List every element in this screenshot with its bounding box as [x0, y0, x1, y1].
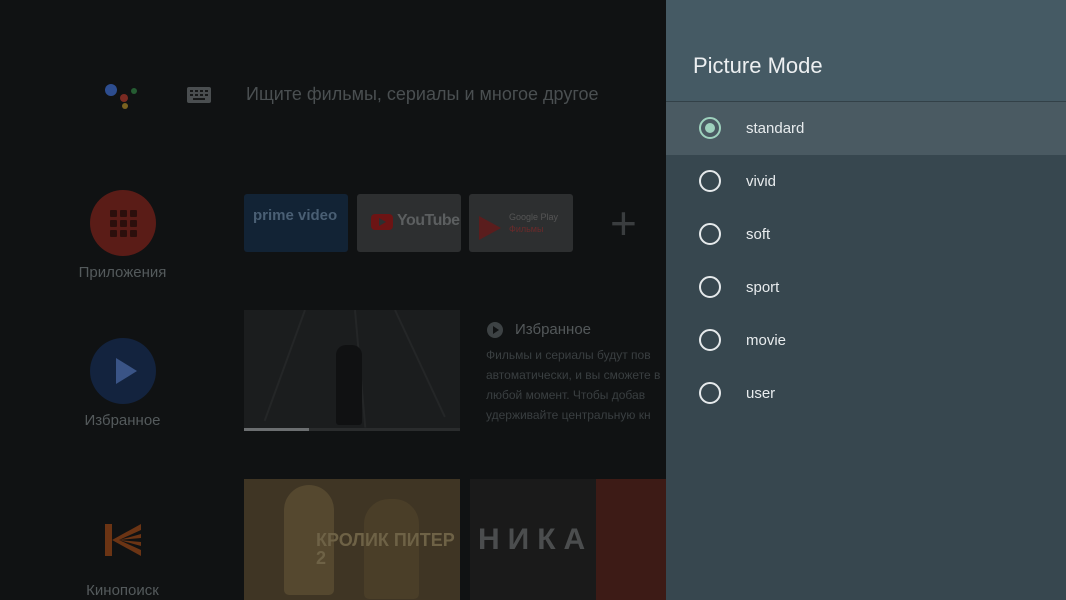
panel-header: Picture Mode: [666, 0, 1066, 102]
sidebar-item-kinopoisk[interactable]: Кинопоиск: [70, 508, 175, 599]
picture-mode-options: standard vivid soft sport movie user: [666, 102, 1066, 420]
sidebar-item-label: Приложения: [78, 264, 167, 281]
youtube-icon: [371, 214, 393, 230]
playback-progress-bar: [244, 428, 460, 431]
keyboard-icon[interactable]: [187, 87, 211, 103]
sidebar-item-label: Избранное: [84, 412, 161, 429]
option-label: movie: [746, 332, 787, 349]
panel-title: Picture Mode: [693, 53, 823, 78]
favorites-description: Фильмы и сериалы будут пов автоматически…: [486, 348, 661, 422]
apps-grid-icon: [89, 190, 156, 256]
play-circle-icon: [487, 322, 503, 338]
sidebar-item-label: Кинопоиск: [86, 582, 159, 599]
movie-card-title: НИКА: [478, 523, 594, 556]
google-assistant-icon[interactable]: [103, 82, 139, 112]
option-label: soft: [746, 226, 771, 243]
movie-card-title: КРОЛИК ПИТЕР 2: [316, 530, 455, 568]
picture-mode-panel: Picture Mode standard vivid soft sport m…: [666, 0, 1066, 600]
option-soft[interactable]: soft: [666, 208, 1066, 261]
google-play-icon: [479, 216, 501, 240]
favorites-title: Избранное: [515, 321, 592, 338]
radio-checked-icon: [699, 117, 721, 139]
sidebar-item-favorites[interactable]: Избранное: [70, 338, 175, 429]
kinopoisk-logo-icon: [90, 508, 156, 574]
option-vivid[interactable]: vivid: [666, 155, 1066, 208]
google-play-movies-tile[interactable]: Google Play Фильмы: [469, 194, 573, 252]
favorites-thumbnail[interactable]: [244, 310, 460, 428]
youtube-label: YouTube: [397, 212, 460, 229]
option-user[interactable]: user: [666, 367, 1066, 420]
google-play-sublabel: Фильмы: [509, 224, 544, 234]
youtube-tile[interactable]: YouTube: [357, 194, 461, 252]
movie-card[interactable]: НИКА: [470, 479, 666, 600]
radio-unchecked-icon: [699, 276, 721, 298]
google-play-label: Google Play: [509, 212, 559, 222]
radio-unchecked-icon: [699, 382, 721, 404]
radio-unchecked-icon: [699, 223, 721, 245]
option-label: user: [746, 385, 776, 402]
option-label: vivid: [746, 173, 777, 190]
play-icon: [89, 338, 156, 404]
option-movie[interactable]: movie: [666, 314, 1066, 367]
add-app-button[interactable]: +: [610, 200, 637, 246]
option-standard[interactable]: standard: [666, 102, 1066, 155]
launcher-background: Ищите фильмы, сериалы и многое другое Пр…: [0, 0, 666, 600]
radio-unchecked-icon: [699, 170, 721, 192]
sidebar-item-apps[interactable]: Приложения: [70, 190, 175, 281]
radio-unchecked-icon: [699, 329, 721, 351]
prime-video-label: prime video: [253, 207, 338, 224]
search-input[interactable]: Ищите фильмы, сериалы и многое другое: [246, 84, 599, 105]
option-label: standard: [746, 120, 805, 137]
movie-card[interactable]: КРОЛИК ПИТЕР 2: [244, 479, 460, 600]
option-label: sport: [746, 279, 780, 296]
prime-video-tile[interactable]: prime video: [244, 194, 348, 252]
option-sport[interactable]: sport: [666, 261, 1066, 314]
